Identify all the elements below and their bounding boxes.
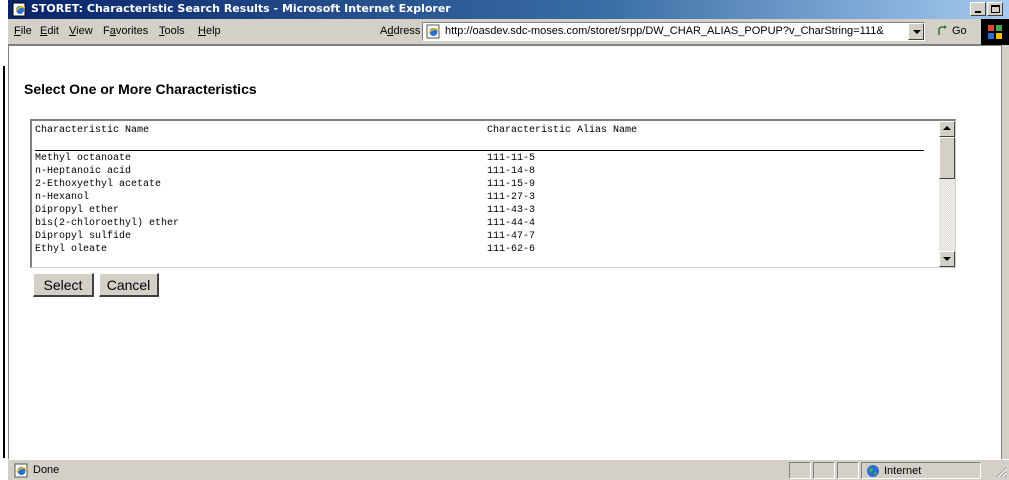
menu-favorites[interactable]: Favorites [103, 25, 148, 37]
scroll-up-button[interactable] [939, 121, 955, 137]
list-item[interactable]: Dipropyl ether 111-43-3 [35, 205, 932, 217]
window-title: STORET: Characteristic Search Results - … [31, 2, 451, 15]
listbox-content: Characteristic Name Characteristic Alias… [35, 121, 932, 267]
menu-bar: File Edit View Favorites Tools Help Addr… [8, 19, 1009, 45]
window-scrollbar-edge [1001, 45, 1009, 459]
menu-view[interactable]: View [69, 25, 93, 37]
scroll-down-button[interactable] [939, 251, 955, 267]
address-dropdown-button[interactable] [908, 23, 924, 40]
cancel-button[interactable]: Cancel [99, 273, 159, 297]
list-item[interactable]: Ethyl oleate 111-62-6 [35, 244, 932, 256]
arrow-down-icon [943, 257, 951, 261]
list-item[interactable]: n-Heptanoic acid 111-14-8 [35, 166, 932, 178]
menu-edit[interactable]: Edit [40, 25, 59, 37]
status-text: Done [33, 464, 60, 476]
windows-logo-icon [988, 25, 1002, 39]
zone-label: Internet [884, 465, 922, 477]
address-label: Address [380, 25, 421, 37]
page-title: Select One or More Characteristics [24, 81, 257, 97]
menu-help[interactable]: Help [198, 25, 221, 37]
ie-page-icon [12, 2, 26, 17]
minimize-button[interactable] [970, 2, 986, 16]
listbox-scrollbar[interactable] [939, 121, 955, 267]
browser-window: STORET: Characteristic Search Results - … [8, 0, 1009, 480]
maximize-icon [991, 5, 1000, 13]
minimize-icon [975, 11, 981, 13]
ie-page-icon [426, 24, 440, 39]
go-button[interactable]: Go [934, 23, 974, 41]
go-arrow-icon [938, 25, 947, 35]
windows-throbber [981, 19, 1009, 45]
column-header-name: Characteristic Name [35, 125, 150, 136]
scroll-thumb[interactable] [939, 137, 955, 179]
header-divider [35, 150, 924, 151]
resize-grip-icon[interactable] [995, 466, 1007, 478]
list-item[interactable]: Dipropyl sulfide 111-47-7 [35, 231, 932, 243]
address-url: http://oasdev.sdc-moses.com/storet/srpp/… [445, 25, 884, 37]
arrow-up-icon [943, 126, 951, 130]
list-item[interactable]: bis(2-chloroethyl) ether 111-44-4 [35, 218, 932, 230]
column-header-alias: Characteristic Alias Name [487, 125, 638, 136]
title-bar: STORET: Characteristic Search Results - … [8, 0, 1009, 19]
status-bar: Done Internet [8, 459, 1009, 480]
list-item[interactable]: n-Hexanol 111-27-3 [35, 192, 932, 204]
chevron-down-icon [913, 30, 921, 34]
menu-file[interactable]: File [14, 25, 32, 37]
ie-page-icon [14, 463, 28, 478]
globe-icon [867, 465, 879, 477]
maximize-button[interactable] [987, 2, 1003, 16]
status-pane [789, 462, 811, 479]
status-pane [813, 462, 835, 479]
status-pane [837, 462, 859, 479]
characteristic-listbox[interactable]: Characteristic Name Characteristic Alias… [30, 119, 956, 268]
menu-tools[interactable]: Tools [159, 25, 185, 37]
security-zone-pane: Internet [861, 462, 981, 479]
page-content: Select One or More Characteristics Chara… [8, 45, 1001, 459]
desktop-strip [0, 0, 8, 480]
select-button[interactable]: Select [33, 273, 94, 297]
address-field[interactable]: http://oasdev.sdc-moses.com/storet/srpp/… [422, 22, 925, 41]
list-item[interactable]: 2-Ethoxyethyl acetate 111-15-9 [35, 179, 932, 191]
list-item[interactable]: Methyl octanoate 111-11-5 [35, 153, 932, 165]
